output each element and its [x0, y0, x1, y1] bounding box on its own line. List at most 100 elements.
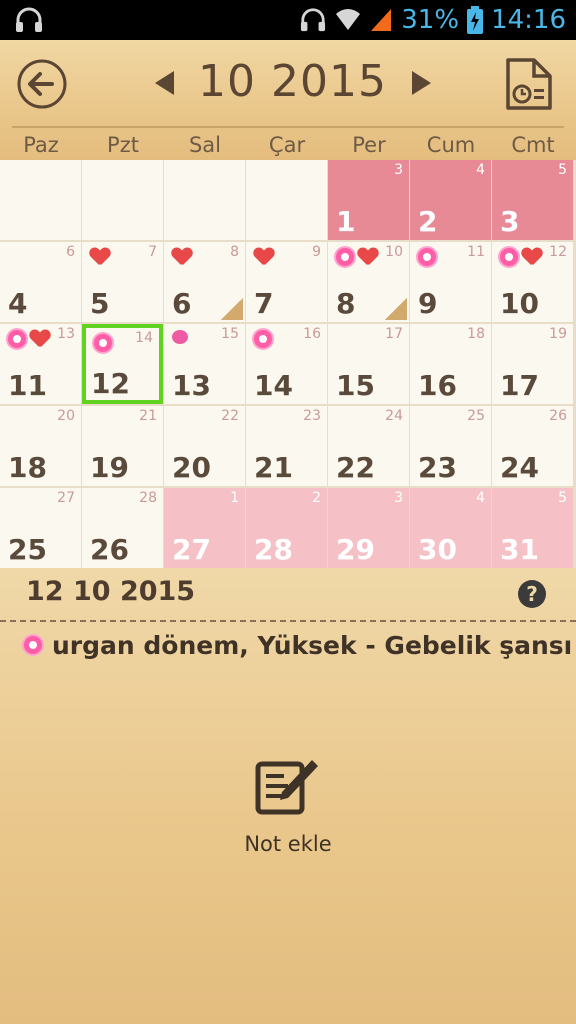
- cycle-day-number: 6: [66, 244, 75, 260]
- day-number: 28: [254, 533, 293, 566]
- heart-icon: [90, 248, 110, 266]
- cycle-day-number: 9: [312, 244, 321, 260]
- calendar-cell-empty: [82, 160, 163, 240]
- back-arrow-icon[interactable]: [16, 58, 68, 110]
- calendar-day-cell[interactable]: 25 23: [410, 406, 491, 486]
- cycle-day-number: 25: [467, 408, 485, 424]
- day-number: 13: [172, 369, 211, 402]
- flower-icon: [254, 330, 272, 348]
- day-number: 3: [500, 205, 520, 238]
- calendar-day-cell[interactable]: 11 9: [410, 242, 491, 322]
- add-note-button[interactable]: Not ekle: [0, 756, 576, 856]
- day-number: 27: [172, 533, 211, 566]
- calendar-day-cell[interactable]: 14 12: [82, 324, 163, 404]
- day-number: 16: [418, 369, 457, 402]
- calendar-day-cell[interactable]: 13 11: [0, 324, 81, 404]
- weekday-row: Paz Pzt Sal Çar Per Cum Cmt: [0, 130, 576, 160]
- month-title: 10 2015: [198, 56, 387, 107]
- calendar-day-cell[interactable]: 16 14: [246, 324, 327, 404]
- calendar-day-cell[interactable]: 26 24: [492, 406, 573, 486]
- day-number: 11: [8, 369, 47, 402]
- calendar-day-cell[interactable]: 53: [492, 160, 573, 240]
- day-number: 23: [418, 451, 457, 484]
- calendar-day-cell[interactable]: 15 13: [164, 324, 245, 404]
- calendar-day-cell[interactable]: 1 27: [164, 488, 245, 568]
- weekday-label: Sal: [188, 133, 222, 157]
- header-divider: [12, 126, 564, 128]
- calendar-day-cell[interactable]: 10 8: [328, 242, 409, 322]
- calendar-day-cell[interactable]: 24 22: [328, 406, 409, 486]
- cycle-day-number: 7: [148, 244, 157, 260]
- cycle-day-number: 2: [312, 490, 321, 506]
- cycle-day-number: 26: [549, 408, 567, 424]
- cycle-day-number: 24: [385, 408, 403, 424]
- day-marks: [172, 330, 188, 344]
- calendar-day-cell[interactable]: 20 18: [0, 406, 81, 486]
- cycle-day-number: 3: [394, 162, 403, 178]
- day-number: 31: [500, 533, 539, 566]
- add-note-label: Not ekle: [244, 832, 332, 856]
- weekday-label: Paz: [23, 133, 59, 157]
- cycle-day-number: 18: [467, 326, 485, 342]
- next-triangle-icon[interactable]: [410, 68, 434, 98]
- weekday-label: Per: [352, 133, 386, 157]
- calendar-day-cell[interactable]: 22 20: [164, 406, 245, 486]
- signal-icon: [371, 9, 392, 31]
- weekday-label: Cmt: [511, 133, 555, 157]
- calendar-day-cell[interactable]: 28 26: [82, 488, 163, 568]
- calendar-day-cell[interactable]: 17 15: [328, 324, 409, 404]
- calendar-day-cell[interactable]: 5 31: [492, 488, 573, 568]
- calendar-cell-empty: [246, 160, 327, 240]
- calendar-day-cell[interactable]: 64: [0, 242, 81, 322]
- calendar-day-cell[interactable]: 18 16: [410, 324, 491, 404]
- day-number: 10: [500, 287, 539, 320]
- status-bar: 31% 14:16: [0, 0, 576, 40]
- calendar-header: 10 2015 Paz Pzt Sal Çar Per Cum Cmt: [0, 40, 576, 160]
- prev-triangle-icon[interactable]: [152, 68, 176, 98]
- day-number: 5: [90, 287, 110, 320]
- report-document-icon[interactable]: [504, 56, 554, 112]
- day-number: 6: [172, 287, 192, 320]
- battery-icon: [467, 6, 484, 34]
- day-number: 14: [254, 369, 293, 402]
- cycle-day-number: 4: [476, 162, 485, 178]
- calendar-day-cell[interactable]: 3 29: [328, 488, 409, 568]
- battery-percent: 31%: [401, 5, 460, 35]
- day-number: 20: [172, 451, 211, 484]
- help-icon[interactable]: ?: [518, 580, 546, 608]
- calendar-day-cell[interactable]: 12 10: [492, 242, 573, 322]
- cycle-day-number: 3: [394, 490, 403, 506]
- note-corner-icon: [221, 298, 243, 320]
- day-marks: [8, 330, 50, 348]
- weekday-label: Cum: [426, 133, 476, 157]
- day-number: 2: [418, 205, 438, 238]
- day-number: 7: [254, 287, 274, 320]
- calendar-day-cell[interactable]: 21 19: [82, 406, 163, 486]
- day-number: 26: [90, 533, 129, 566]
- calendar-day-cell[interactable]: 75: [82, 242, 163, 322]
- weekday-label: Çar: [268, 133, 306, 157]
- heart-icon: [30, 330, 50, 348]
- calendar-day-cell[interactable]: 27 25: [0, 488, 81, 568]
- headphones-icon: [301, 8, 326, 32]
- calendar-day-cell[interactable]: 31: [328, 160, 409, 240]
- calendar-day-cell[interactable]: 4 30: [410, 488, 491, 568]
- day-marks: [94, 334, 112, 352]
- headphones-icon: [16, 7, 42, 32]
- calendar-day-cell[interactable]: 97: [246, 242, 327, 322]
- day-number: 4: [8, 287, 28, 320]
- calendar-day-cell[interactable]: 42: [410, 160, 491, 240]
- calendar-day-cell[interactable]: 19 17: [492, 324, 573, 404]
- cycle-day-number: 12: [549, 244, 567, 260]
- calendar-day-cell[interactable]: 2 28: [246, 488, 327, 568]
- day-number: 9: [418, 287, 438, 320]
- calendar-day-cell[interactable]: 23 21: [246, 406, 327, 486]
- cycle-day-number: 10: [385, 244, 403, 260]
- flower-icon: [336, 248, 354, 266]
- day-number: 29: [336, 533, 375, 566]
- dashed-divider: [0, 620, 576, 622]
- cycle-day-number: 4: [476, 490, 485, 506]
- calendar-day-cell[interactable]: 86: [164, 242, 245, 322]
- selected-date: 12 10 2015: [26, 576, 196, 607]
- day-marks: [254, 248, 274, 266]
